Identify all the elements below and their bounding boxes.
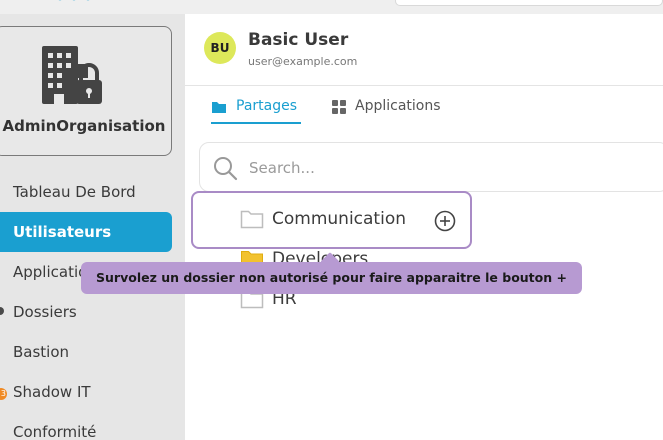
notification-badge: 3 (0, 388, 7, 400)
avatar: BU (204, 32, 236, 64)
sidebar: AdminOrganisation Tableau De Bord Utilis… (0, 14, 185, 440)
folder-name: Communication (272, 209, 406, 229)
top-bar (0, 0, 663, 14)
sidebar-item-label: Tableau De Bord (13, 183, 136, 201)
user-header: BU Basic User user@example.com (185, 14, 663, 86)
search-placeholder: Search... (249, 159, 315, 177)
brand-logo-fragment (58, 0, 90, 1)
search-icon (214, 157, 238, 181)
user-name: Basic User (248, 30, 349, 50)
sidebar-item-dossiers[interactable]: Dossiers (0, 292, 172, 332)
grid-icon (332, 100, 346, 114)
main-panel: BU Basic User user@example.com Partages … (185, 14, 663, 440)
sidebar-item-label: Utilisateurs (13, 223, 112, 241)
organisation-name: AdminOrganisation (2, 117, 166, 135)
sidebar-item-utilisateurs[interactable]: Utilisateurs (0, 212, 172, 252)
tab-partages[interactable]: Partages (211, 98, 301, 124)
building-lock-icon (42, 46, 102, 104)
sidebar-item-shadow-it[interactable]: 3 Shadow IT (0, 372, 172, 412)
sidebar-item-label: Shadow IT (13, 383, 91, 401)
search-input[interactable]: Search... (199, 142, 663, 192)
sidebar-item-label: Conformité (13, 423, 97, 440)
global-search-field[interactable] (395, 0, 663, 6)
organisation-card[interactable]: AdminOrganisation (0, 26, 172, 156)
sidebar-item-tableau-de-bord[interactable]: Tableau De Bord (0, 172, 172, 212)
folder-icon (240, 210, 264, 229)
sidebar-item-bastion[interactable]: Bastion (0, 332, 172, 372)
onboarding-tooltip: Survolez un dossier non autorisé pour fa… (81, 262, 582, 294)
sidebar-item-label: Bastion (13, 343, 70, 361)
add-folder-access-button[interactable] (434, 210, 456, 232)
tab-applications[interactable]: Applications (331, 98, 451, 124)
folder-icon (0, 307, 4, 315)
folder-icon (212, 102, 226, 113)
tab-label: Partages (236, 98, 298, 114)
folder-row-communication[interactable]: Communication (240, 205, 540, 235)
user-email: user@example.com (248, 55, 358, 68)
tab-label: Applications (355, 98, 441, 114)
sidebar-item-conformite[interactable]: Conformité (0, 412, 172, 440)
sidebar-item-label: Dossiers (13, 303, 77, 321)
